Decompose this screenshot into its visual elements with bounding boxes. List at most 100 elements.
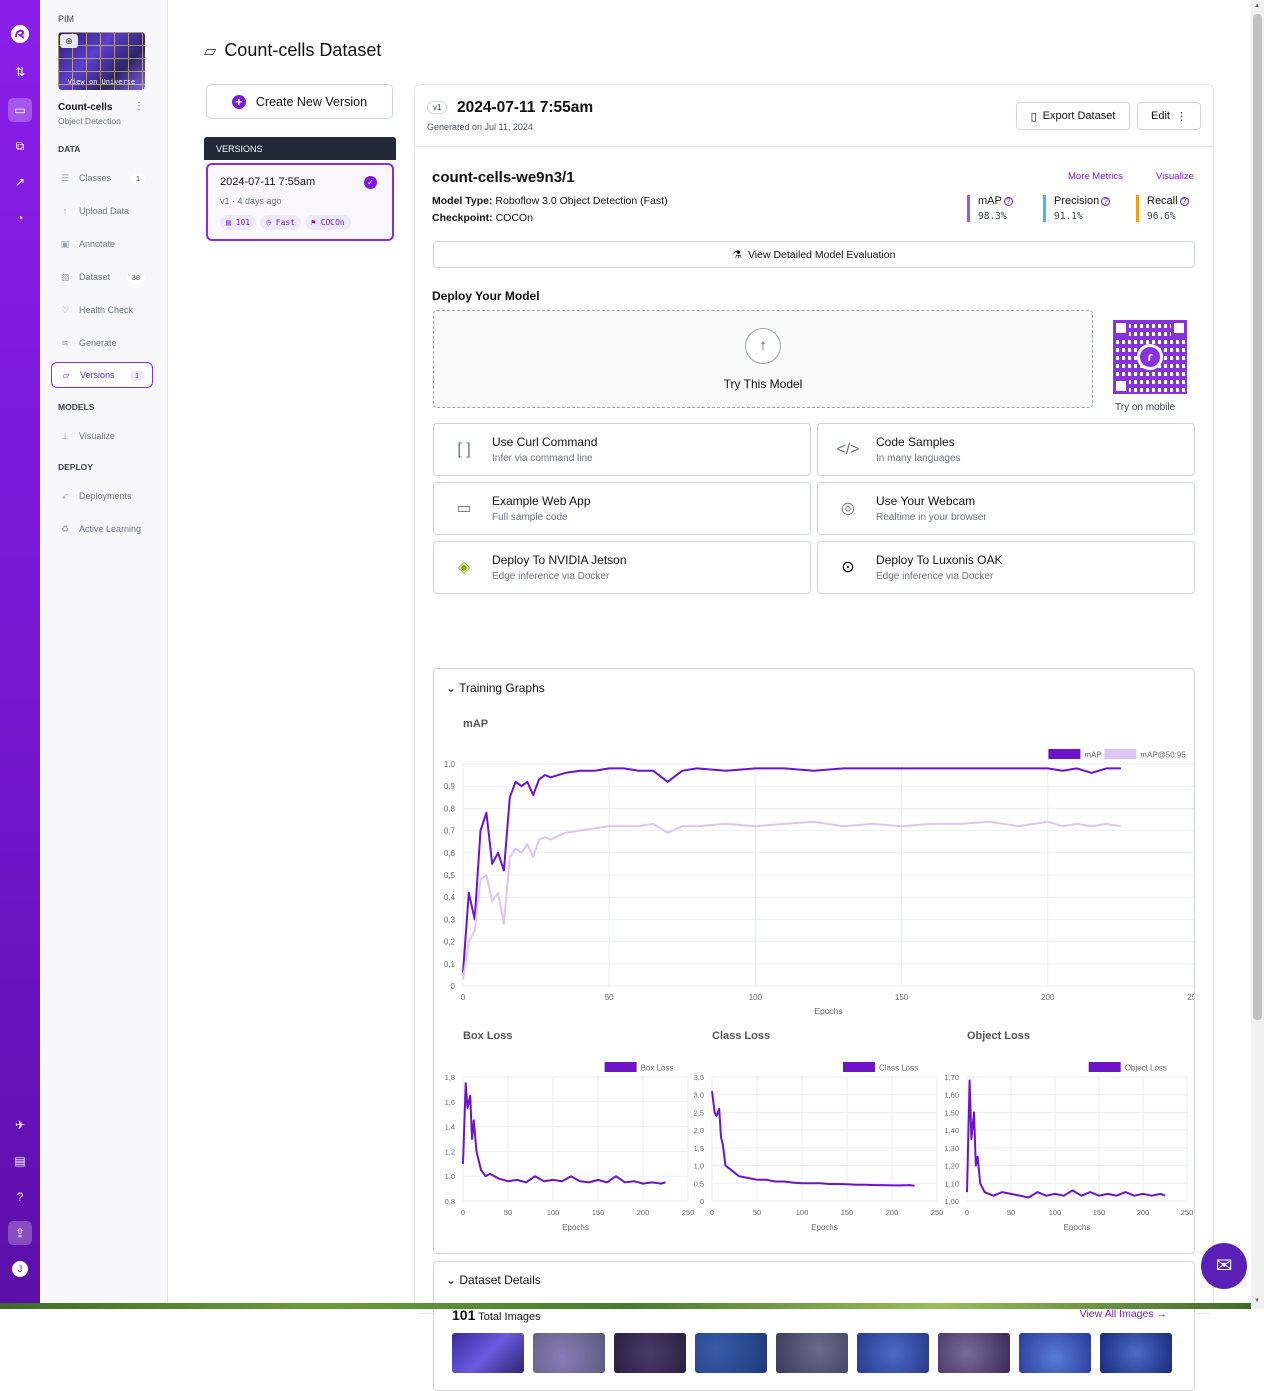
sidebar-item-visualize[interactable]: ⊥ Visualize xyxy=(51,423,153,449)
version-badge: v1 xyxy=(427,101,448,114)
x-tick-label: 150 xyxy=(1093,1208,1106,1217)
section-data: DATA xyxy=(58,144,81,154)
project-thumbnail[interactable]: ⊕ View on Universe xyxy=(58,32,145,90)
x-tick-label: 50 xyxy=(504,1208,512,1217)
more-metrics-link[interactable]: More Metrics xyxy=(1068,171,1123,182)
scrollbar[interactable]: ▲ ▼ xyxy=(1251,0,1264,1309)
code-icon: </> xyxy=(836,441,860,458)
workflow-icon[interactable]: ⧉ xyxy=(8,134,32,158)
swap-icon[interactable]: ⇅ xyxy=(8,60,32,84)
view-model-evaluation-button[interactable]: ⚗ View Detailed Model Evaluation xyxy=(433,241,1195,268)
dataset-thumbnail[interactable] xyxy=(533,1333,605,1373)
visualize-link[interactable]: Visualize xyxy=(1156,171,1194,182)
version-card-tags: ▨ 101 ◷ Fast ⚑ COCOn xyxy=(220,215,351,230)
rocket-icon[interactable]: ✈ xyxy=(8,1113,32,1137)
x-tick-label: 0 xyxy=(710,1208,714,1217)
sidebar-item-generate[interactable]: ≋ Generate xyxy=(51,330,153,356)
series-line-map-50-95 xyxy=(462,820,1122,980)
chart-icon[interactable]: ↗ xyxy=(8,170,32,194)
qr-finder xyxy=(1171,320,1187,336)
roboflow-logo-icon[interactable] xyxy=(8,22,32,46)
dataset-thumbnail[interactable] xyxy=(452,1333,524,1373)
qr-code[interactable]: ɾ xyxy=(1113,320,1187,394)
help-icon[interactable]: ? xyxy=(8,1185,32,1209)
y-tick-label: 0,8 xyxy=(444,804,456,813)
y-tick-label: 1,50 xyxy=(944,1108,959,1117)
tile-code-samples[interactable]: </> Code Samples In many languages xyxy=(817,423,1195,476)
edit-button[interactable]: Edit ⋮ xyxy=(1137,102,1201,130)
y-tick-label: 1,5 xyxy=(694,1144,704,1153)
upload-icon[interactable]: ⇪ xyxy=(8,1221,32,1245)
chat-bubble-icon[interactable]: ✉ xyxy=(1201,1243,1247,1289)
y-tick-label: 0,2 xyxy=(444,938,456,947)
dataset-thumbnail[interactable] xyxy=(695,1333,767,1373)
scroll-down-icon[interactable]: ▼ xyxy=(1254,1298,1260,1304)
sidebar-item-active-learning[interactable]: ♻ Active Learning xyxy=(51,516,153,542)
x-tick-label: 250 xyxy=(1181,1208,1194,1217)
x-tick-label: 150 xyxy=(592,1208,605,1217)
dataset-thumbnail[interactable] xyxy=(857,1333,929,1373)
help-icon[interactable]: ? xyxy=(1101,197,1111,206)
training-graphs-panel: ⌄ Training Graphs mAP 0 0,1 0,2 0,3 0,4 0,5 0,6… xyxy=(433,668,1195,1254)
export-dataset-button[interactable]: ▯ Export Dataset xyxy=(1016,102,1130,130)
dataset-details-toggle[interactable]: ⌄ Dataset Details xyxy=(446,1273,541,1287)
folder-icon: ▱ xyxy=(204,42,217,60)
legend-swatch xyxy=(1088,1062,1121,1072)
user-avatar[interactable]: J xyxy=(8,1257,32,1281)
y-tick-label: 1,8 xyxy=(445,1073,455,1082)
help-icon[interactable]: ? xyxy=(1003,197,1013,206)
sidebar-item-versions[interactable]: ▱ Versions 1 xyxy=(51,362,153,388)
tile-nvidia-jetson[interactable]: ◈ Deploy To NVIDIA Jetson Edge inference v… xyxy=(433,541,811,594)
chart-title: Object Loss xyxy=(967,1030,1030,1042)
tile-example-web-app[interactable]: ▭ Example Web App Full sample code xyxy=(433,482,811,535)
tile-webcam[interactable]: ◎ Use Your Webcam Realtime in your browser xyxy=(817,482,1195,535)
versions-header: VERSIONS xyxy=(204,137,396,160)
page-title: ▱ Count-cells Dataset xyxy=(204,40,382,60)
nvidia-icon: ◈ xyxy=(457,559,471,576)
scrollbar-thumb[interactable] xyxy=(1253,14,1262,1020)
y-tick-label: 1,0 xyxy=(444,760,456,769)
help-icon[interactable]: ? xyxy=(1179,197,1189,206)
tile-luxonis-oak[interactable]: ⊙ Deploy To Luxonis OAK Edge inference via… xyxy=(817,541,1195,594)
dataset-thumbnail[interactable] xyxy=(1019,1333,1091,1373)
view-on-universe-link[interactable]: View on Universe xyxy=(58,78,145,86)
workspace-name[interactable]: PIM xyxy=(58,14,74,24)
x-tick-label: 200 xyxy=(886,1208,899,1217)
scroll-up-icon[interactable]: ▲ xyxy=(1254,3,1260,9)
tag-model-size: ◷ Fast xyxy=(260,215,301,230)
x-tick-label: 250 xyxy=(1187,993,1194,1002)
dataset-thumbnail[interactable] xyxy=(1100,1333,1172,1373)
try-on-mobile-label: Try on mobile xyxy=(1115,402,1176,413)
total-images: 101 Total Images xyxy=(452,1307,541,1323)
x-tick-label: 100 xyxy=(1049,1208,1062,1217)
version-card[interactable]: 2024-07-11 7:55am ✓ v1 · 4 days ago ▨ 10… xyxy=(206,163,394,241)
try-this-model-dropzone[interactable]: ↑ Try This Model xyxy=(433,310,1093,408)
plus-icon: + xyxy=(231,94,246,109)
bell-icon[interactable]: ◔ xyxy=(8,206,32,230)
dataset-thumbnail[interactable] xyxy=(776,1333,848,1373)
sidebar-item-upload-data[interactable]: ↑ Upload Data xyxy=(51,198,153,224)
sidebar-item-dataset[interactable]: ▨ Dataset 38 xyxy=(51,264,153,290)
x-tick-label: 100 xyxy=(749,993,763,1002)
create-new-version-button[interactable]: + Create New Version xyxy=(206,84,393,119)
series-line-object-loss xyxy=(966,1079,1166,1199)
deploy-heading: Deploy Your Model xyxy=(432,289,540,303)
tile-curl-command[interactable]: [ ] Use Curl Command Infer via command lin… xyxy=(433,423,811,476)
model-checkpoint: Checkpoint: COCOn xyxy=(432,212,533,224)
list-icon: ☰ xyxy=(60,172,70,183)
legend-label: mAP xyxy=(1084,751,1101,760)
inbox-icon[interactable]: ▭ xyxy=(8,98,32,122)
view-all-images-link[interactable]: View All Images → xyxy=(1080,1308,1167,1320)
more-vertical-icon[interactable]: ⋮ xyxy=(134,101,144,112)
legend-swatch xyxy=(1048,749,1081,759)
sidebar-item-annotate[interactable]: ▣ Annotate xyxy=(51,231,153,257)
sidebar-item-classes[interactable]: ☰ Classes 1 xyxy=(51,165,153,191)
book-icon[interactable]: ▤ xyxy=(8,1149,32,1173)
dataset-thumbnail[interactable] xyxy=(938,1333,1010,1373)
sidebar-item-deployments[interactable]: ➶ Deployments xyxy=(51,483,153,509)
sidebar-item-health-check[interactable]: ♡ Health Check xyxy=(51,297,153,323)
chart-title: mAP xyxy=(463,718,488,730)
dataset-thumbnail[interactable] xyxy=(614,1333,686,1373)
layers-icon: ≋ xyxy=(61,337,69,348)
y-tick-label: 1,40 xyxy=(944,1126,959,1135)
